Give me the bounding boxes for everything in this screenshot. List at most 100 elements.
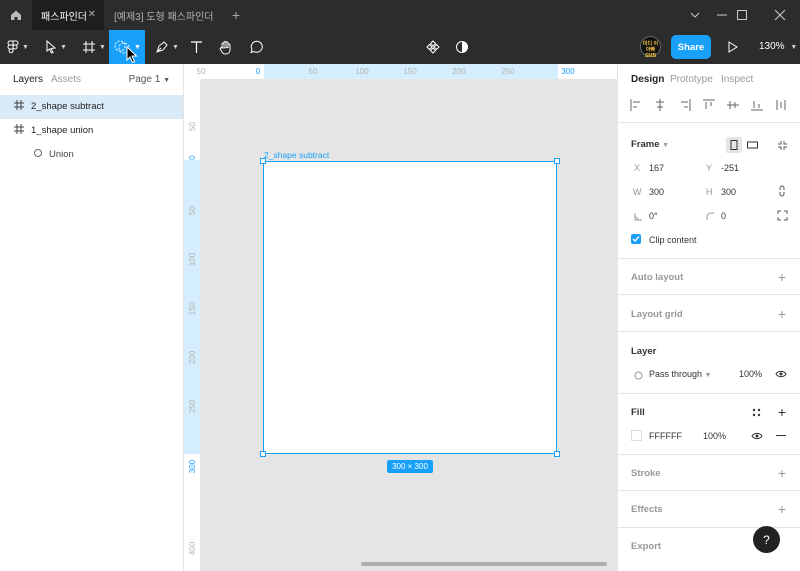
contrast-button[interactable]: [452, 30, 472, 64]
tab-example3[interactable]: [예제3] 도형 패스파인더: [104, 0, 226, 30]
align-bottom-icon[interactable]: [750, 98, 764, 112]
figma-menu-icon: [7, 40, 19, 54]
divider: [618, 454, 800, 455]
align-left-icon[interactable]: [629, 98, 643, 112]
alignment-toolbar: [618, 92, 800, 120]
fill-opacity-input[interactable]: 100%: [703, 431, 726, 441]
home-icon[interactable]: [6, 5, 26, 25]
tab-inspect[interactable]: Inspect: [721, 74, 753, 85]
clip-content-label: Clip content: [649, 235, 697, 245]
style-grid-icon[interactable]: [749, 405, 763, 419]
zoom-value: 130%: [759, 41, 785, 52]
add-effect-icon[interactable]: +: [778, 502, 786, 516]
minimize-icon[interactable]: [713, 6, 731, 24]
align-top-icon[interactable]: [702, 98, 716, 112]
frame-icon: [14, 100, 26, 112]
maximize-icon[interactable]: [733, 6, 751, 24]
properties-panel: Design Prototype Inspect Frame ▼ X 167 Y…: [617, 64, 800, 571]
landscape-icon[interactable]: [745, 138, 759, 152]
fill-color-swatch[interactable]: [631, 430, 642, 441]
ruler-tick: 50: [308, 67, 318, 76]
layer-item[interactable]: 2_shape subtract: [0, 95, 183, 119]
help-button[interactable]: ?: [753, 526, 780, 553]
share-button[interactable]: Share: [671, 35, 711, 59]
clip-content-checkbox[interactable]: [631, 234, 641, 244]
align-vertical-center-icon[interactable]: [726, 98, 740, 112]
frame-icon: [14, 124, 26, 136]
align-right-icon[interactable]: [678, 98, 692, 112]
tab-assets[interactable]: Assets: [51, 74, 81, 85]
new-tab-button[interactable]: +: [228, 7, 244, 23]
layer-opacity-input[interactable]: 100%: [739, 369, 762, 379]
w-input[interactable]: 300: [649, 187, 664, 197]
chevron-down-icon[interactable]: [686, 6, 704, 24]
tab-label: 패스파인더: [41, 11, 87, 23]
add-stroke-icon[interactable]: +: [778, 466, 786, 480]
align-horizontal-center-icon[interactable]: [653, 98, 667, 112]
ruler-tick: 300: [188, 459, 197, 474]
zoom-dropdown[interactable]: 130% ▼: [759, 41, 797, 52]
text-icon: [190, 41, 202, 53]
cursor-arrow-icon: [46, 40, 57, 54]
selected-frame[interactable]: [263, 161, 557, 454]
avatar[interactable]: 미디 이 아빠 SMB: [640, 36, 661, 59]
resize-handle-top-right[interactable]: [554, 158, 560, 164]
canvas[interactable]: 50 0 50 100 150 200 250 300 50 0 50 100 …: [184, 64, 617, 571]
tab-prototype[interactable]: Prototype: [670, 74, 713, 85]
distribute-icon[interactable]: [774, 98, 788, 112]
rotation-input[interactable]: 0°: [649, 211, 658, 221]
blend-mode-dropdown[interactable]: Pass through ▼: [649, 369, 712, 379]
divider: [618, 490, 800, 491]
resize-handle-bottom-right[interactable]: [554, 451, 560, 457]
fill-hex-input[interactable]: FFFFFF: [649, 431, 682, 441]
horizontal-scrollbar[interactable]: [361, 562, 607, 566]
auto-layout-title: Auto layout: [631, 272, 684, 283]
add-fill-icon[interactable]: +: [778, 405, 786, 419]
ruler-tick: 150: [188, 301, 197, 316]
move-tool[interactable]: ▼: [40, 30, 72, 64]
page-label: Page 1: [128, 74, 161, 85]
layer-item[interactable]: Union: [0, 143, 183, 167]
ruler-tick: 250: [501, 67, 515, 76]
present-button[interactable]: [724, 30, 742, 64]
pen-tool[interactable]: ▼: [151, 30, 183, 64]
layer-item[interactable]: 1_shape union: [0, 119, 183, 143]
constrain-proportions-icon[interactable]: [775, 184, 789, 198]
tab-layers[interactable]: Layers: [13, 74, 43, 85]
x-input[interactable]: 167: [649, 163, 664, 173]
h-input[interactable]: 300: [721, 187, 736, 197]
divider: [618, 393, 800, 394]
remove-fill-icon[interactable]: [774, 429, 788, 443]
radius-input[interactable]: 0: [721, 211, 726, 221]
resize-handle-bottom-left[interactable]: [260, 451, 266, 457]
y-input[interactable]: -251: [721, 163, 739, 173]
eye-icon[interactable]: [750, 429, 764, 443]
left-panel-tabs: Layers Assets Page 1 ▼: [0, 64, 184, 94]
close-window-icon[interactable]: [771, 6, 789, 24]
portrait-icon[interactable]: [726, 137, 742, 153]
tab-pathfinder[interactable]: 패스파인더 ✕: [32, 0, 104, 30]
frame-tool[interactable]: ▼: [78, 30, 110, 64]
page-selector[interactable]: Page 1 ▼: [129, 74, 170, 85]
ruler-tick: 50: [196, 67, 206, 76]
rotation-icon: [631, 209, 645, 223]
comment-tool[interactable]: [246, 30, 266, 64]
layers-panel: Layers Assets Page 1 ▼ 2_shape subtract …: [0, 64, 184, 571]
tab-design[interactable]: Design: [631, 74, 664, 85]
text-tool[interactable]: [186, 30, 206, 64]
export-title: Export: [631, 541, 662, 552]
add-layout-grid-icon[interactable]: +: [778, 307, 786, 321]
mouse-cursor-icon: [126, 46, 138, 64]
eye-icon[interactable]: [774, 367, 788, 381]
resize-handle-top-left[interactable]: [260, 158, 266, 164]
h-label: H: [706, 187, 713, 197]
resize-to-fit-icon[interactable]: [775, 138, 789, 152]
hand-tool[interactable]: [216, 30, 236, 64]
independent-corners-icon[interactable]: [775, 208, 789, 222]
components-button[interactable]: [423, 30, 443, 64]
add-auto-layout-icon[interactable]: +: [778, 270, 786, 284]
frame-section-title[interactable]: Frame ▼: [631, 139, 669, 150]
main-menu-button[interactable]: ▼: [2, 30, 34, 64]
close-tab-icon[interactable]: ✕: [88, 9, 96, 20]
frame-name-label[interactable]: 2_shape subtract: [264, 150, 329, 160]
